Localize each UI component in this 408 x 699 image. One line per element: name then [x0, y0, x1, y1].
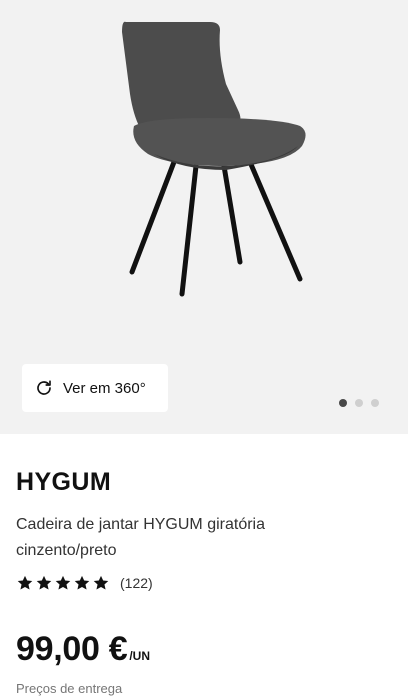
chair-legs — [129, 159, 303, 297]
price-row: 99,00 € /UN — [16, 630, 150, 669]
product-brand: HYGUM — [16, 468, 112, 496]
product-page: Ver em 360° HYGUM Cadeira de jantar HYGU… — [0, 0, 408, 699]
carousel-dots — [339, 399, 379, 407]
price-unit: /UN — [129, 649, 151, 663]
product-rating[interactable]: (122) — [16, 574, 153, 592]
star-icon — [55, 575, 71, 590]
review-count: (122) — [120, 575, 153, 591]
star-icon — [93, 575, 109, 590]
carousel-dot[interactable] — [355, 399, 363, 407]
product-description: Cadeira de jantar HYGUM giratória cinzen… — [16, 516, 265, 559]
star-icon — [36, 575, 52, 590]
carousel-dot[interactable] — [371, 399, 379, 407]
view-360-label: Ver em 360° — [63, 379, 146, 397]
view-360-button[interactable]: Ver em 360° — [22, 364, 168, 412]
delivery-prices-link[interactable]: Preços de entrega — [16, 681, 122, 696]
star-icon — [74, 575, 90, 590]
product-image[interactable] — [98, 14, 314, 304]
product-image-gallery[interactable]: Ver em 360° — [0, 0, 408, 434]
rating-stars — [16, 574, 110, 592]
star-icon — [17, 575, 33, 590]
rotate-icon — [34, 378, 54, 398]
chair-seat — [133, 118, 306, 166]
carousel-dot[interactable] — [339, 399, 347, 407]
product-price: 99,00 € — [16, 630, 128, 668]
